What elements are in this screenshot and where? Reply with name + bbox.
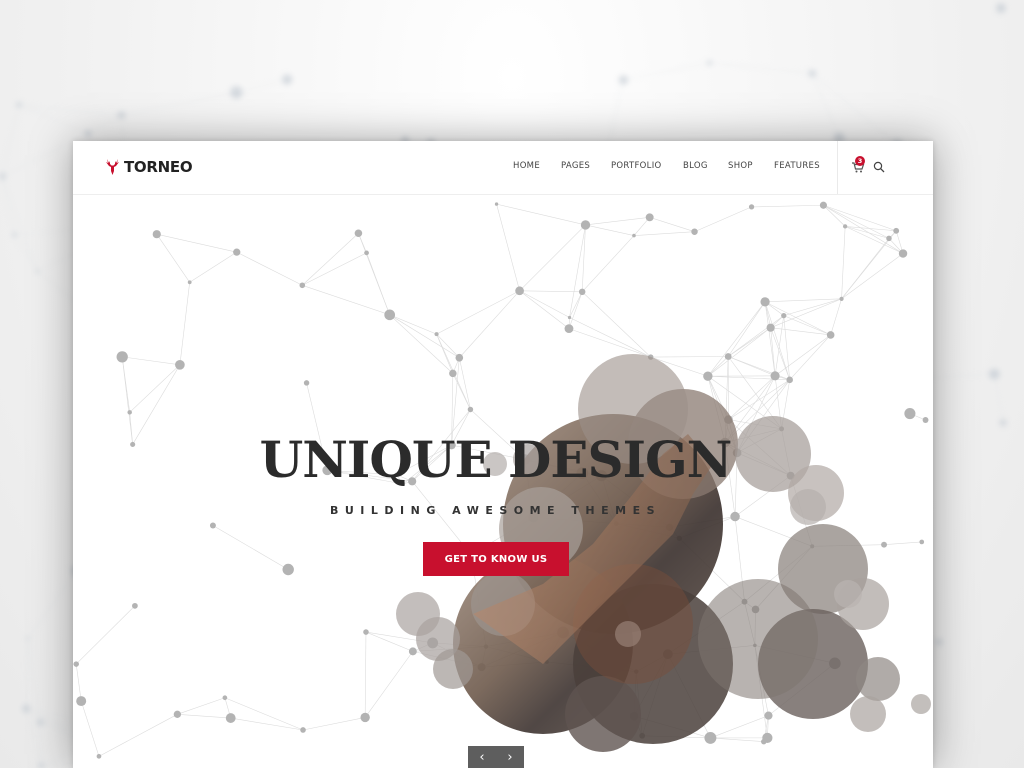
nav-features[interactable]: FEATURES [774, 161, 820, 171]
nav-portfolio[interactable]: PORTFOLIO [611, 161, 662, 171]
brand-name: TORNEO [124, 158, 193, 176]
nav-shop[interactable]: SHOP [728, 161, 753, 171]
hero-section: UNIQUE DESIGN BUILDING AWESOME THEMES GE… [73, 194, 933, 768]
chevron-right-icon[interactable]: › [496, 746, 524, 768]
site-header: TORNEO HOME PAGES PORTFOLIO BLOG SHOP FE… [73, 141, 933, 195]
slider-nav: ‹ › [468, 746, 524, 768]
search-icon[interactable] [873, 161, 885, 173]
nav-blog[interactable]: BLOG [683, 161, 708, 171]
website-preview-window: TORNEO HOME PAGES PORTFOLIO BLOG SHOP FE… [73, 141, 933, 768]
nav-pages[interactable]: PAGES [561, 161, 590, 171]
cart-count-badge: 3 [855, 156, 865, 166]
hero-subline: BUILDING AWESOME THEMES [329, 504, 662, 517]
get-to-know-us-button[interactable]: GET TO KNOW US [423, 542, 569, 576]
site-logo[interactable]: TORNEO [104, 157, 193, 177]
deer-antler-icon [106, 159, 119, 175]
nav-divider [837, 141, 838, 194]
hero-headline: UNIQUE DESIGN [259, 430, 733, 489]
chevron-left-icon[interactable]: ‹ [468, 746, 496, 768]
nav-home[interactable]: HOME [513, 161, 540, 171]
